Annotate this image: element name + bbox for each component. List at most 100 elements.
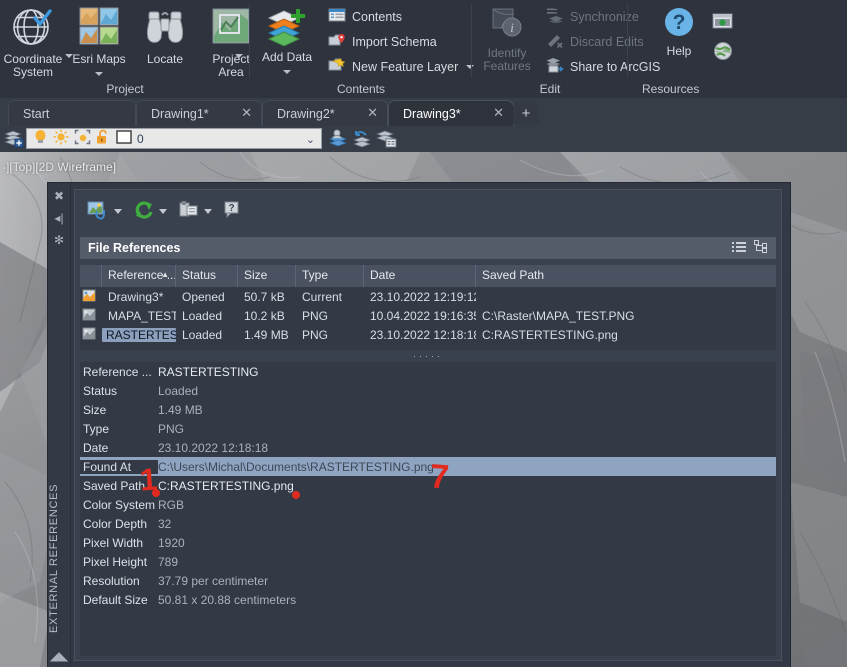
globe-world-icon[interactable]	[712, 41, 734, 64]
row-type: Current	[296, 290, 364, 304]
tab-drawing3[interactable]: Drawing3* ✕	[388, 100, 514, 126]
ribbon-panel-title-project: Project	[0, 82, 250, 96]
splitter-handle[interactable]: ·····	[80, 350, 776, 362]
detail-value: C:\Users\Michal\Documents\RASTERTESTING.…	[158, 460, 434, 474]
column-header-status[interactable]: Status	[176, 265, 238, 287]
make-current-icon[interactable]	[328, 129, 349, 152]
sun-icon[interactable]	[53, 129, 69, 148]
attach-image-button[interactable]	[87, 200, 128, 223]
table-row[interactable]: RASTERTESTING Loaded 1.49 MB PNG 23.10.2…	[80, 325, 776, 344]
add-data-label: Add Data	[262, 51, 312, 64]
details-list: Reference ... RASTERTESTING Status Loade…	[80, 362, 776, 656]
refresh-caret-icon[interactable]	[159, 209, 167, 214]
detail-value: RASTERTESTING	[158, 365, 258, 379]
close-icon[interactable]: ✖	[48, 189, 70, 203]
table-row[interactable]: Drawing3* Opened 50.7 kB Current 23.10.2…	[80, 287, 776, 306]
import-schema-button[interactable]: Import Schema	[324, 29, 474, 54]
table-row[interactable]: MAPA_TEST Loaded 10.2 kB PNG 10.04.2022 …	[80, 306, 776, 325]
contents-button[interactable]: Contents	[324, 4, 474, 29]
freeze-viewport-icon[interactable]	[74, 129, 91, 148]
tab-drawing2[interactable]: Drawing2* ✕	[262, 100, 388, 126]
bind-xref-button[interactable]	[179, 200, 218, 223]
column-header-type[interactable]: Type	[296, 265, 364, 287]
row-saved-path: C:RASTERTESTING.png	[476, 328, 776, 342]
help-button[interactable]: ? Help	[646, 4, 712, 58]
unlock-icon[interactable]	[96, 129, 110, 148]
file-references-table[interactable]: Reference ... ▲ Status Size Type Date Sa…	[80, 265, 776, 350]
esri-maps-button[interactable]: Esri Maps	[66, 4, 132, 80]
new-feature-layer-button[interactable]: New Feature Layer	[324, 54, 474, 79]
detail-value: 32	[158, 517, 171, 531]
tab-start[interactable]: Start	[8, 100, 136, 126]
svg-text:?: ?	[673, 11, 686, 34]
column-header-date[interactable]: Date	[364, 265, 476, 287]
auto-hide-icon[interactable]: ◂|	[48, 211, 70, 225]
detail-key: Found At	[80, 460, 158, 474]
add-data-button[interactable]: Add Data	[254, 4, 320, 78]
locate-label: Locate	[147, 53, 183, 66]
row-size: 50.7 kB	[238, 290, 296, 304]
screenshot-window-icon[interactable]	[712, 12, 734, 35]
help-xref-icon: ?	[224, 201, 240, 222]
project-area-label: Project Area	[212, 53, 249, 79]
project-area-caret-icon[interactable]	[232, 48, 243, 62]
new-tab-button[interactable]: +	[513, 102, 539, 124]
detail-key: Pixel Width	[80, 536, 158, 550]
detail-value: Loaded	[158, 384, 198, 398]
drawing-dwg-icon	[82, 289, 96, 305]
lightbulb-on-icon[interactable]	[33, 129, 48, 148]
coordinate-system-button[interactable]: Coordinate System	[0, 4, 66, 79]
tab-drawing1[interactable]: Drawing1* ✕	[136, 100, 262, 126]
detail-row-saved-path[interactable]: Saved Path C:RASTERTESTING.png	[80, 476, 776, 495]
detail-row-found-at[interactable]: Found At C:\Users\Michal\Documents\RASTE…	[80, 457, 776, 476]
row-status: Loaded	[176, 328, 238, 342]
layer-select[interactable]: 0 ⌄	[26, 128, 322, 149]
column-header-saved-path[interactable]: Saved Path	[476, 265, 776, 287]
help-xref-button[interactable]: ?	[224, 201, 240, 222]
attach-caret-icon[interactable]	[114, 209, 122, 214]
row-type: PNG	[296, 328, 364, 342]
layer-states-icon[interactable]	[376, 129, 397, 152]
ribbon-panel-contents: Add Data Contents	[250, 0, 472, 98]
close-icon[interactable]: ✕	[367, 106, 378, 120]
bind-caret-icon[interactable]	[204, 209, 212, 214]
detail-row: Resolution 37.79 per centimeter	[80, 571, 776, 590]
esri-maps-label: Esri Maps	[72, 53, 125, 66]
layer-toolbar: 0 ⌄	[0, 126, 847, 152]
help-label: Help	[667, 45, 692, 58]
drawing-tab-bar: Start Drawing1* ✕ Drawing2* ✕ Drawing3* …	[0, 98, 847, 126]
detail-row: Color System RGB	[80, 495, 776, 514]
row-reference-name: Drawing3*	[102, 290, 176, 304]
tab-label: Start	[23, 107, 49, 121]
list-view-icon[interactable]	[732, 241, 746, 256]
identify-features-label: Identify Features	[483, 47, 530, 73]
coordinate-system-caret-icon[interactable]	[62, 48, 73, 62]
column-header-size[interactable]: Size	[238, 265, 296, 287]
attach-image-icon	[87, 200, 109, 223]
row-type: PNG	[296, 309, 364, 323]
color-swatch-icon[interactable]	[116, 129, 133, 148]
close-icon[interactable]: ✕	[493, 106, 504, 120]
anchor-icon[interactable]: ◢◣	[48, 649, 70, 663]
import-schema-label: Import Schema	[352, 35, 437, 49]
tree-view-icon[interactable]	[754, 240, 768, 256]
refresh-button[interactable]	[134, 200, 173, 223]
previous-layer-icon[interactable]	[352, 129, 373, 152]
ribbon: Coordinate System Esri M	[0, 0, 847, 98]
row-date: 10.04.2022 19:16:35	[364, 309, 476, 323]
binoculars-icon	[144, 6, 186, 51]
close-icon[interactable]: ✕	[241, 106, 252, 120]
add-data-caret-icon[interactable]	[283, 64, 291, 78]
layer-properties-icon[interactable]	[4, 129, 24, 151]
identify-features-button[interactable]: i Identify Features	[474, 4, 540, 73]
locate-button[interactable]: Locate	[132, 4, 198, 66]
ribbon-panel-edit: i Identify Features Synchronize	[472, 0, 628, 98]
tab-label: Drawing2*	[277, 107, 335, 121]
detail-key: Color System	[80, 498, 158, 512]
detail-value: 789	[158, 555, 178, 569]
esri-maps-caret-icon[interactable]	[95, 66, 103, 80]
tab-label: Drawing1*	[151, 107, 209, 121]
chevron-down-icon[interactable]: ⌄	[306, 133, 315, 146]
properties-icon[interactable]: ✻	[48, 233, 70, 247]
palette-body: ? File References	[74, 189, 782, 661]
